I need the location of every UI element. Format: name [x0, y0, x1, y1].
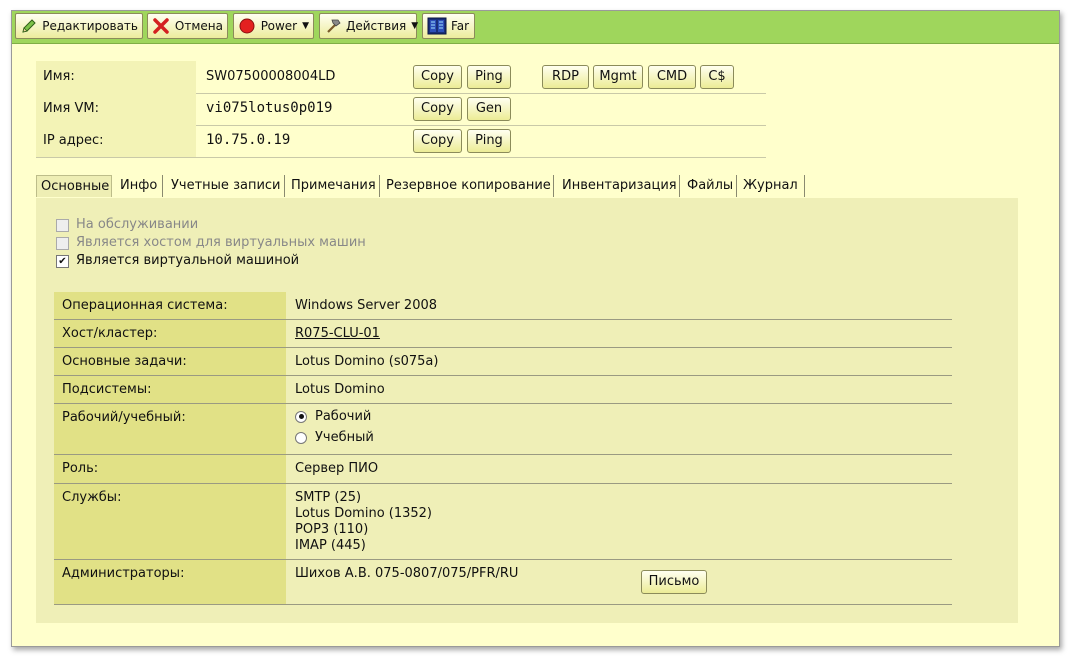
copy-ip-button[interactable]: Copy — [413, 129, 462, 153]
vm-host-label: Является хостом для виртуальных машин — [76, 235, 366, 250]
pencil-icon — [20, 16, 38, 36]
host-link[interactable]: R075-CLU-01 — [295, 326, 380, 341]
name-label: Имя: — [36, 61, 196, 93]
mgmt-button[interactable]: Mgmt — [593, 65, 643, 89]
name-row: Имя: SW07500008004LD Copy Ping RDP Mgmt … — [36, 61, 766, 94]
dropdown-arrow-icon: ▼ — [302, 21, 309, 31]
subsystems-row: Подсистемы: Lotus Domino — [54, 376, 952, 404]
subsystems-value: Lotus Domino — [295, 382, 385, 397]
far-button[interactable]: Far — [422, 13, 475, 39]
service-item: Lotus Domino (1352) — [295, 506, 433, 521]
tab-backup[interactable]: Резервное копирование — [382, 175, 554, 197]
power-dropdown[interactable]: Power ▼ — [233, 13, 314, 39]
radio-selected-icon — [295, 410, 307, 423]
tab-info[interactable]: Инфо — [116, 175, 163, 197]
maintenance-label: На обслуживании — [76, 217, 199, 232]
far-manager-icon — [427, 16, 447, 36]
tab-journal[interactable]: Журнал — [739, 175, 805, 197]
ping-name-button[interactable]: Ping — [467, 65, 511, 89]
vm-name-value: vi075lotus0p019 — [206, 100, 333, 116]
os-value: Windows Server 2008 — [295, 298, 438, 313]
tasks-value: Lotus Domino (s075a) — [295, 354, 439, 369]
service-item: IMAP (445) — [295, 538, 366, 553]
role-value: Сервер ПИО — [295, 461, 379, 476]
is-vm-label: Является виртуальной машиной — [76, 253, 300, 268]
vm-host-checkbox[interactable]: Является хостом для виртуальных машин — [56, 234, 366, 252]
cancel-button[interactable]: Отмена — [147, 13, 228, 39]
power-red-dot-icon — [238, 16, 257, 36]
checkbox-box — [56, 218, 69, 232]
admins-row: Администраторы: Шихов А.В. 075-0807/075/… — [54, 560, 952, 605]
services-label: Службы: — [54, 484, 286, 559]
power-label: Power — [260, 19, 298, 33]
checkbox-box — [56, 236, 69, 250]
mode-training-radio[interactable]: Учебный — [295, 427, 374, 448]
mode-work-radio[interactable]: Рабочий — [295, 406, 374, 427]
role-label: Роль: — [54, 455, 286, 483]
mode-work-label: Рабочий — [315, 408, 372, 424]
hammer-icon — [324, 16, 342, 36]
toolbar: Редактировать Отмена Power ▼ Действия ▼ — [12, 11, 1059, 44]
mode-training-label: Учебный — [315, 429, 374, 445]
copy-name-button[interactable]: Copy — [413, 65, 462, 89]
ip-value: 10.75.0.19 — [206, 132, 291, 148]
cancel-label: Отмена — [174, 19, 223, 33]
cmd-button[interactable]: CMD — [648, 65, 696, 89]
name-value: SW07500008004LD — [206, 69, 336, 84]
host-label: Хост/кластер: — [54, 320, 286, 347]
tab-files[interactable]: Файлы — [683, 175, 737, 197]
service-item: SMTP (25) — [295, 490, 362, 505]
edit-button[interactable]: Редактировать — [15, 13, 143, 39]
radio-unselected-icon — [295, 431, 307, 444]
service-item: POP3 (110) — [295, 522, 369, 537]
tasks-row: Основные задачи: Lotus Domino (s075a) — [54, 348, 952, 376]
red-x-icon — [152, 16, 171, 36]
services-row: Службы: SMTP (25) Lotus Domino (1352) PO… — [54, 484, 952, 560]
mode-label: Рабочий/учебный: — [54, 404, 286, 454]
identity-panel: Имя: SW07500008004LD Copy Ping RDP Mgmt … — [36, 55, 766, 167]
ping-ip-button[interactable]: Ping — [467, 129, 511, 153]
is-vm-checkbox[interactable]: ✔ Является виртуальной машиной — [56, 252, 299, 270]
services-list: SMTP (25) Lotus Domino (1352) POP3 (110)… — [295, 490, 432, 554]
gen-button[interactable]: Gen — [467, 97, 511, 121]
c-share-button[interactable]: C$ — [700, 65, 734, 89]
ip-label: IP адрес: — [36, 125, 196, 157]
far-label: Far — [451, 19, 470, 33]
admins-label: Администраторы: — [54, 560, 286, 604]
vm-name-label: Имя VM: — [36, 93, 196, 125]
copy-vm-name-button[interactable]: Copy — [413, 97, 462, 121]
maintenance-checkbox[interactable]: На обслуживании — [56, 216, 198, 234]
subsystems-label: Подсистемы: — [54, 376, 286, 403]
host-row: Хост/кластер: R075-CLU-01 — [54, 320, 952, 348]
app-window: Редактировать Отмена Power ▼ Действия ▼ — [11, 10, 1060, 647]
tab-accounts[interactable]: Учетные записи — [167, 175, 285, 197]
actions-label: Действия — [346, 19, 407, 33]
os-label: Операционная система: — [54, 292, 286, 319]
send-mail-button[interactable]: Письмо — [641, 570, 707, 594]
actions-dropdown[interactable]: Действия ▼ — [319, 13, 419, 39]
tab-general[interactable]: Основные — [36, 175, 112, 197]
edit-label: Редактировать — [42, 19, 138, 33]
rdp-button[interactable]: RDP — [542, 65, 589, 89]
mode-row: Рабочий/учебный: Рабочий Учебный — [54, 404, 952, 455]
dropdown-arrow-icon: ▼ — [411, 21, 419, 31]
tasks-label: Основные задачи: — [54, 348, 286, 375]
role-row: Роль: Сервер ПИО — [54, 455, 952, 484]
tab-notes[interactable]: Примечания — [287, 175, 380, 197]
general-tab-panel: На обслуживании Является хостом для вирт… — [36, 198, 1018, 623]
tab-inventory[interactable]: Инвентаризация — [558, 175, 680, 197]
checkmark-icon: ✔ — [56, 254, 69, 268]
os-row: Операционная система: Windows Server 200… — [54, 292, 952, 320]
admins-value: Шихов А.В. 075-0807/075/PFR/RU — [295, 566, 519, 581]
mode-radio-group: Рабочий Учебный — [295, 406, 374, 448]
ip-row: IP адрес: 10.75.0.19 Copy Ping — [36, 125, 766, 158]
vm-name-row: Имя VM: vi075lotus0p019 Copy Gen — [36, 93, 766, 126]
